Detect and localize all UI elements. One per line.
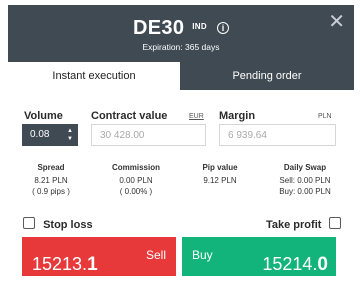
spread-title: Spread — [37, 163, 65, 172]
sell-price: 15213.1 — [32, 254, 98, 276]
instrument-type-badge: IND — [192, 22, 207, 31]
close-icon[interactable]: ✕ — [328, 12, 345, 32]
margin-label: Margin — [219, 110, 256, 122]
sell-button[interactable]: 15213.1 Sell — [22, 237, 176, 276]
volume-label: Volume — [24, 110, 63, 122]
trade-ticket-panel: DE30 IND i Expiration: 365 days ✕ Instant … — [0, 0, 360, 287]
contract-currency-link[interactable]: EUR — [189, 113, 204, 120]
stop-loss-label[interactable]: Stop loss — [43, 219, 93, 231]
expiration-text: Expiration: 365 days — [142, 42, 220, 52]
take-profit-checkbox[interactable] — [329, 217, 342, 229]
daily-swap-sell: Sell: 0.00 PLN — [279, 176, 331, 185]
volume-value[interactable]: 0.08 — [30, 129, 49, 140]
commission-title: Commission — [111, 163, 160, 172]
spread-value: 8.21 PLN — [34, 176, 68, 185]
daily-swap-buy: Buy: 0.00 PLN — [279, 187, 331, 196]
order-type-tabs: Instant execution Pending order — [8, 62, 354, 90]
pip-value-stat: Pip value 9.12 PLN — [185, 162, 255, 186]
daily-swap-stat: Daily Swap Sell: 0.00 PLN Buy: 0.00 PLN — [268, 162, 342, 197]
decrement-arrow-icon[interactable]: ▼ — [67, 135, 73, 143]
volume-stepper-arrows[interactable]: ▲ ▼ — [67, 127, 73, 143]
margin-currency: PLN — [318, 113, 332, 120]
title-row: DE30 IND i — [8, 17, 354, 40]
stop-loss-checkbox[interactable] — [23, 217, 35, 229]
buy-button[interactable]: Buy 15214.0 — [182, 237, 336, 276]
margin-field: 6 939.64 — [219, 124, 336, 146]
buy-price: 15214.0 — [262, 254, 328, 276]
sell-label: Sell — [145, 248, 166, 262]
ticket-header: DE30 IND i Expiration: 365 days ✕ — [8, 5, 354, 62]
commission-percent: ( 0.00% ) — [119, 187, 153, 196]
pip-value-title: Pip value — [202, 163, 238, 172]
contract-value-field: 30 428.00 — [91, 124, 206, 146]
tab-pending-order[interactable]: Pending order — [180, 62, 354, 90]
stop-loss-option[interactable]: Stop loss — [23, 217, 93, 231]
commission-stat: Commission 0.00 PLN ( 0.00% ) — [101, 162, 171, 197]
daily-swap-title: Daily Swap — [283, 163, 327, 172]
sell-price-last-digit: 1 — [87, 254, 98, 275]
take-profit-label[interactable]: Take profit — [266, 219, 321, 231]
sell-price-prefix: 15213. — [32, 254, 88, 274]
buy-price-prefix: 15214. — [262, 254, 318, 274]
buy-price-last-digit: 0 — [317, 254, 328, 275]
take-profit-option[interactable]: Take profit — [266, 217, 342, 231]
tab-instant-execution[interactable]: Instant execution — [8, 62, 180, 90]
contract-value-label: Contract value — [91, 110, 168, 122]
pip-value-amount: 9.12 PLN — [203, 176, 237, 185]
increment-arrow-icon[interactable]: ▲ — [67, 127, 73, 135]
commission-value: 0.00 PLN — [119, 176, 153, 185]
buy-label: Buy — [192, 248, 213, 262]
spread-stat: Spread 8.21 PLN ( 0.9 pips ) — [16, 162, 86, 197]
instrument-title: DE30 — [133, 17, 185, 39]
volume-stepper[interactable]: 0.08 ▲ ▼ — [22, 124, 78, 146]
info-icon[interactable]: i — [216, 22, 229, 34]
spread-pips: ( 0.9 pips ) — [32, 187, 70, 196]
